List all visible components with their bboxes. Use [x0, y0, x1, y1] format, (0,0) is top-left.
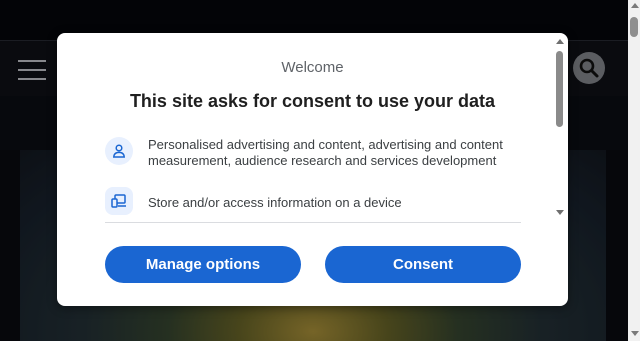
purpose-item-personalised-advertising: Personalised advertising and content, ad…: [105, 137, 521, 173]
dialog-scrollbar-thumb[interactable]: [556, 51, 563, 127]
page-scrollbar[interactable]: [628, 0, 640, 341]
consent-button[interactable]: Consent: [325, 246, 521, 283]
dialog-scroll-up-icon[interactable]: [556, 39, 564, 44]
scroll-up-arrow-icon[interactable]: [631, 3, 639, 8]
devices-icon: [105, 187, 133, 215]
consent-dialog: Welcome This site asks for consent to us…: [57, 33, 568, 306]
dialog-headline: This site asks for consent to use your d…: [129, 91, 496, 111]
manage-options-button[interactable]: Manage options: [105, 246, 301, 283]
dialog-scroll-down-icon[interactable]: [556, 210, 564, 215]
dialog-welcome: Welcome: [281, 59, 344, 76]
purpose-text: Store and/or access information on a dev…: [148, 195, 402, 210]
purpose-text: Personalised advertising and content, ad…: [148, 137, 503, 168]
divider: [105, 222, 521, 223]
purpose-item-store-access: Store and/or access information on a dev…: [105, 187, 521, 215]
page-scrollbar-thumb[interactable]: [630, 17, 638, 37]
scroll-down-arrow-icon[interactable]: [631, 331, 639, 336]
person-icon: [105, 137, 133, 165]
